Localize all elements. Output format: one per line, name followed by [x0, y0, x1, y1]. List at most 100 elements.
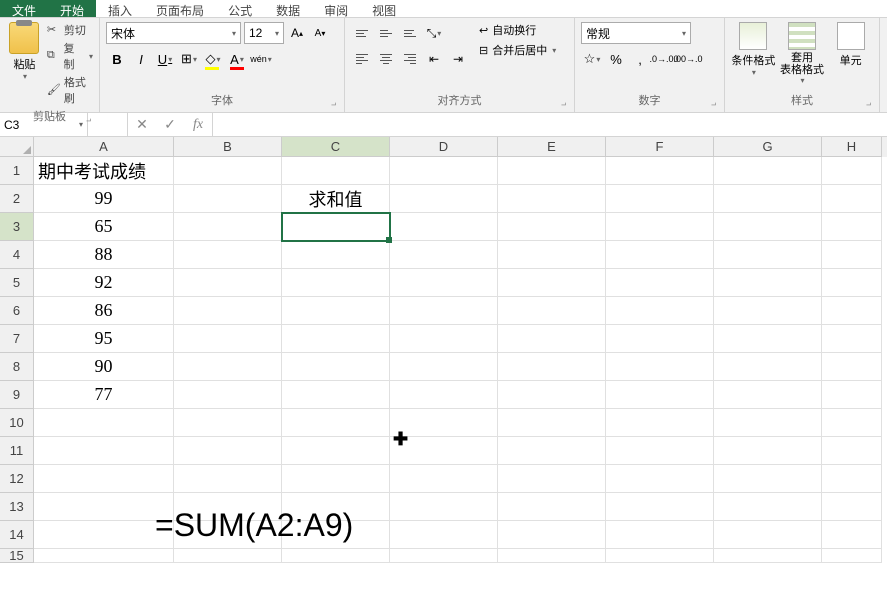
cell-H3[interactable] [822, 213, 882, 241]
cell-B1[interactable] [174, 157, 282, 185]
cell-A3[interactable]: 65 [34, 213, 174, 241]
cell-A15[interactable] [34, 549, 174, 563]
cell-G14[interactable] [714, 521, 822, 549]
cell-H4[interactable] [822, 241, 882, 269]
format-painter-button[interactable]: 🖌格式刷 [47, 74, 93, 106]
cell-E11[interactable] [498, 437, 606, 465]
cell-A13[interactable] [34, 493, 174, 521]
cell-H1[interactable] [822, 157, 882, 185]
number-format-select[interactable]: 常规▾ [581, 22, 691, 44]
cell-H5[interactable] [822, 269, 882, 297]
row-header-10[interactable]: 10 [0, 409, 34, 437]
cell-B8[interactable] [174, 353, 282, 381]
cell-F7[interactable] [606, 325, 714, 353]
cell-D15[interactable] [390, 549, 498, 563]
orientation-button[interactable]: ⤡▾ [423, 22, 445, 44]
col-header-D[interactable]: D [390, 137, 498, 157]
cell-B15[interactable] [174, 549, 282, 563]
cell-D1[interactable] [390, 157, 498, 185]
cell-F15[interactable] [606, 549, 714, 563]
row-header-5[interactable]: 5 [0, 269, 34, 297]
cell-H7[interactable] [822, 325, 882, 353]
cell-F11[interactable] [606, 437, 714, 465]
cell-C11[interactable] [282, 437, 390, 465]
cell-G4[interactable] [714, 241, 822, 269]
align-center-button[interactable] [375, 48, 397, 70]
conditional-format-button[interactable]: 条件格式 ▾ [731, 22, 776, 77]
cell-A9[interactable]: 77 [34, 381, 174, 409]
cell-G3[interactable] [714, 213, 822, 241]
cell-D7[interactable] [390, 325, 498, 353]
cell-A8[interactable]: 90 [34, 353, 174, 381]
cell-H15[interactable] [822, 549, 882, 563]
cut-button[interactable]: ✂剪切 [47, 22, 93, 38]
cell-A10[interactable] [34, 409, 174, 437]
format-as-table-button[interactable]: 套用 表格格式 ▾ [780, 22, 825, 85]
cell-D4[interactable] [390, 241, 498, 269]
cell-D14[interactable] [390, 521, 498, 549]
row-header-14[interactable]: 14 [0, 521, 34, 549]
merge-center-button[interactable]: ⊟合并后居中▾ [479, 42, 556, 58]
cell-E6[interactable] [498, 297, 606, 325]
select-all-corner[interactable] [0, 137, 34, 157]
phonetic-button[interactable]: wén▾ [250, 48, 272, 70]
row-header-8[interactable]: 8 [0, 353, 34, 381]
col-header-A[interactable]: A [34, 137, 174, 157]
cell-G8[interactable] [714, 353, 822, 381]
cell-A11[interactable] [34, 437, 174, 465]
cell-H10[interactable] [822, 409, 882, 437]
bold-button[interactable]: B [106, 48, 128, 70]
cell-E9[interactable] [498, 381, 606, 409]
row-header-12[interactable]: 12 [0, 465, 34, 493]
row-header-1[interactable]: 1 [0, 157, 34, 185]
cell-D5[interactable] [390, 269, 498, 297]
italic-button[interactable]: I [130, 48, 152, 70]
align-top-button[interactable] [351, 22, 373, 44]
cell-G12[interactable] [714, 465, 822, 493]
cell-F2[interactable] [606, 185, 714, 213]
cell-F4[interactable] [606, 241, 714, 269]
cell-H6[interactable] [822, 297, 882, 325]
cell-G10[interactable] [714, 409, 822, 437]
tab-home[interactable]: 开始 [48, 0, 96, 17]
percent-button[interactable]: % [605, 48, 627, 70]
cell-C6[interactable] [282, 297, 390, 325]
cell-F10[interactable] [606, 409, 714, 437]
cell-styles-button[interactable]: 单元 [828, 22, 873, 68]
font-size-select[interactable]: 12▾ [244, 22, 284, 44]
tab-data[interactable]: 数据 [264, 0, 312, 17]
row-header-11[interactable]: 11 [0, 437, 34, 465]
cell-B11[interactable] [174, 437, 282, 465]
cell-F1[interactable] [606, 157, 714, 185]
row-header-13[interactable]: 13 [0, 493, 34, 521]
tab-review[interactable]: 审阅 [312, 0, 360, 17]
cell-C3[interactable] [282, 213, 390, 241]
cell-E12[interactable] [498, 465, 606, 493]
cancel-formula-button[interactable]: ✕ [128, 113, 156, 136]
cell-A2[interactable]: 99 [34, 185, 174, 213]
insert-function-button[interactable]: fx [184, 113, 212, 136]
cell-A14[interactable] [34, 521, 174, 549]
cell-F13[interactable] [606, 493, 714, 521]
cell-E15[interactable] [498, 549, 606, 563]
decrease-indent-button[interactable]: ⇤ [423, 48, 445, 70]
align-right-button[interactable] [399, 48, 421, 70]
tab-view[interactable]: 视图 [360, 0, 408, 17]
row-header-9[interactable]: 9 [0, 381, 34, 409]
cell-F5[interactable] [606, 269, 714, 297]
cell-C5[interactable] [282, 269, 390, 297]
accounting-format-button[interactable]: ☆▾ [581, 48, 603, 70]
paste-button[interactable]: 粘贴 ▾ [6, 22, 43, 81]
font-color-button[interactable]: A▾ [226, 48, 248, 70]
cell-C1[interactable] [282, 157, 390, 185]
cell-A7[interactable]: 95 [34, 325, 174, 353]
comma-button[interactable]: , [629, 48, 651, 70]
row-header-6[interactable]: 6 [0, 297, 34, 325]
cell-A6[interactable]: 86 [34, 297, 174, 325]
cell-B10[interactable] [174, 409, 282, 437]
cell-A4[interactable]: 88 [34, 241, 174, 269]
tab-layout[interactable]: 页面布局 [144, 0, 216, 17]
cell-G11[interactable] [714, 437, 822, 465]
cell-E8[interactable] [498, 353, 606, 381]
cell-B5[interactable] [174, 269, 282, 297]
